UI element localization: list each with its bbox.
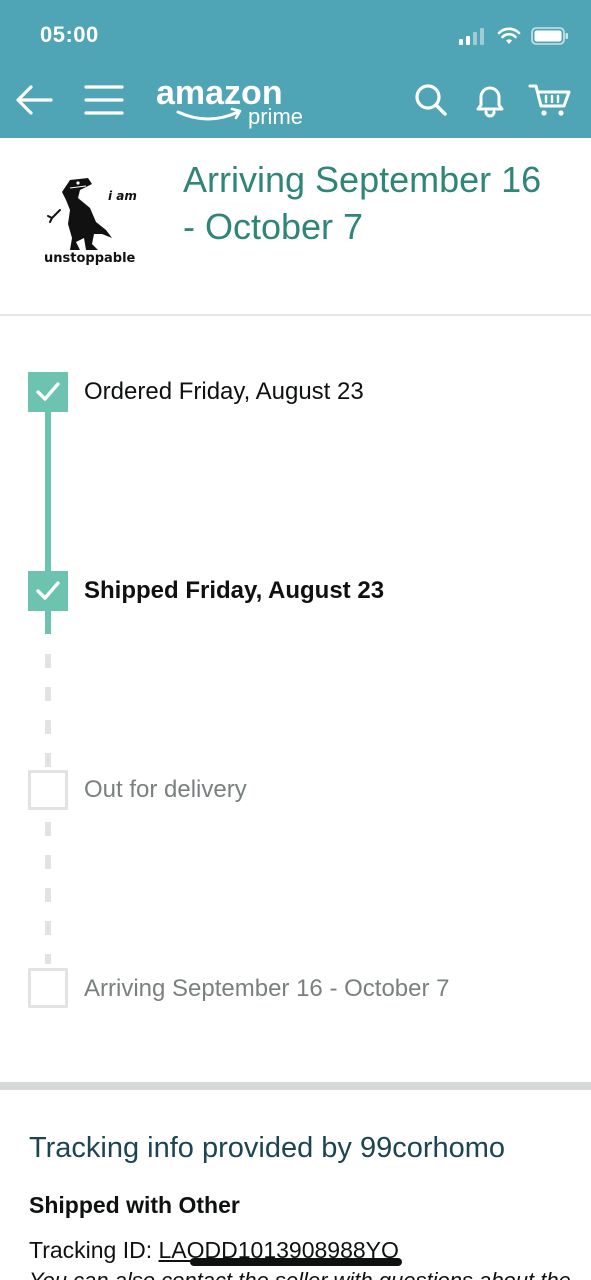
amazon-prime-logo[interactable]: amazon prime bbox=[156, 74, 316, 130]
back-arrow-icon bbox=[16, 85, 53, 115]
checkmark-icon bbox=[36, 382, 60, 401]
cart-icon bbox=[528, 84, 571, 116]
image-text-bottom: unstoppable bbox=[44, 251, 136, 266]
tracking-heading: Tracking info provided by 99corhomo bbox=[29, 1132, 506, 1164]
product-image[interactable]: i am unstoppable bbox=[40, 164, 144, 268]
shipment-timeline: Ordered Friday, August 23 Shipped Friday… bbox=[0, 318, 591, 1082]
home-indicator[interactable] bbox=[190, 1258, 402, 1266]
wifi-icon bbox=[497, 27, 521, 44]
notifications-button[interactable] bbox=[468, 78, 512, 122]
cart-button[interactable] bbox=[528, 78, 572, 122]
step-checkbox-out-for-delivery bbox=[28, 770, 68, 810]
checkmark-icon bbox=[36, 581, 60, 600]
menu-button[interactable] bbox=[82, 78, 126, 122]
section-divider bbox=[0, 1082, 591, 1090]
step-label-out-for-delivery: Out for delivery bbox=[84, 776, 247, 803]
cellular-signal-icon bbox=[459, 28, 484, 45]
search-icon bbox=[415, 84, 447, 116]
logo-sub: prime bbox=[248, 104, 303, 129]
step-label-arriving: Arriving September 16 - October 7 bbox=[84, 975, 450, 1002]
product-summary: i am unstoppable Arriving September 16 -… bbox=[0, 138, 591, 316]
image-text-top: i am bbox=[108, 189, 137, 203]
search-button[interactable] bbox=[409, 78, 453, 122]
contact-seller-text: You can also contact the seller with que… bbox=[29, 1268, 589, 1280]
battery-icon bbox=[531, 27, 568, 45]
status-icons bbox=[459, 24, 569, 48]
status-time: 05:00 bbox=[40, 22, 99, 47]
step-label-ordered: Ordered Friday, August 23 bbox=[84, 378, 364, 405]
step-label-shipped: Shipped Friday, August 23 bbox=[84, 577, 385, 604]
shipped-with-carrier: Shipped with Other bbox=[29, 1192, 240, 1218]
step-checkbox-shipped bbox=[28, 571, 68, 611]
timeline-pending-line bbox=[45, 654, 51, 768]
back-button[interactable] bbox=[12, 78, 56, 122]
timeline-pending-line bbox=[45, 822, 51, 964]
arriving-title: Arriving September 16 - October 7 bbox=[183, 159, 542, 247]
app-header: 05:00 amazon prime bbox=[0, 0, 591, 138]
step-checkbox-arriving bbox=[28, 968, 68, 1008]
step-checkbox-ordered bbox=[28, 372, 68, 412]
menu-icon bbox=[84, 85, 124, 115]
tracking-id-label: Tracking ID: bbox=[29, 1237, 159, 1263]
bell-icon bbox=[476, 86, 504, 118]
dinosaur-graphic bbox=[62, 178, 112, 250]
